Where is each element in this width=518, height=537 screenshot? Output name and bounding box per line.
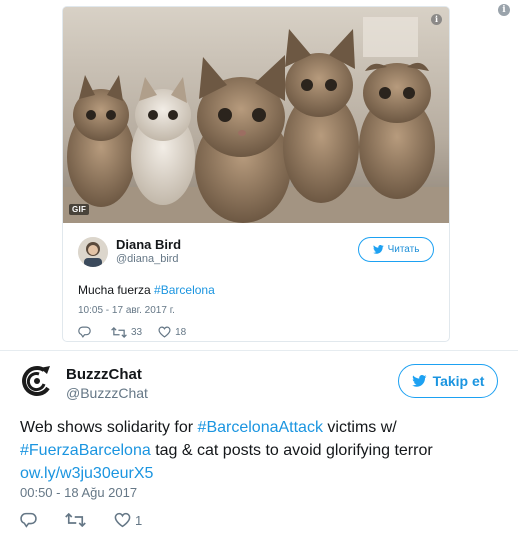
embedded-tweet-body: Diana Bird @diana_bird Читать Mucha fuer… (63, 223, 449, 338)
twitter-bird-icon (411, 375, 427, 387)
heart-icon (158, 326, 171, 338)
author-handle[interactable]: @BuzzzChat (66, 385, 148, 401)
follow-button[interactable]: Takip et (398, 364, 498, 398)
embedded-tweet[interactable]: GIF i Diana Bird @diana_bird Читать Much… (62, 6, 450, 342)
like-button[interactable]: 1 (114, 512, 142, 528)
cat-gif-media[interactable]: GIF i (63, 7, 449, 223)
tweet-text: Web shows solidarity for #BarcelonaAttac… (20, 416, 510, 485)
heart-icon (114, 512, 131, 528)
like-count: 18 (175, 326, 187, 338)
reply-icon (78, 326, 91, 338)
tweet-timestamp[interactable]: 00:50 - 18 Ağu 2017 (20, 485, 137, 500)
hashtag-link[interactable]: #Barcelona (154, 283, 215, 297)
follow-button-label: Takip et (432, 373, 485, 389)
info-icon[interactable]: i (498, 4, 510, 16)
tweet-text-prefix: Mucha fuerza (78, 283, 155, 297)
author-handle[interactable]: @diana_bird (116, 253, 181, 267)
divider (0, 350, 518, 351)
tweet-text-segment: victims w/ (322, 419, 397, 436)
embedded-timestamp[interactable]: 10:05 - 17 авг. 2017 г. (78, 305, 434, 316)
embedded-actions: 33 18 (78, 326, 434, 338)
url-link[interactable]: ow.ly/w3ju30eurX5 (20, 465, 153, 482)
avatar[interactable] (78, 237, 108, 267)
info-icon[interactable]: i (431, 14, 442, 25)
retweet-button[interactable]: 33 (111, 327, 142, 338)
like-button[interactable]: 18 (158, 326, 186, 338)
buzzzchat-logo[interactable] (20, 364, 54, 398)
reply-icon (20, 512, 37, 528)
reply-button[interactable] (78, 326, 95, 338)
hashtag-link[interactable]: #BarcelonaAttack (198, 419, 323, 436)
twitter-bird-icon (372, 245, 384, 254)
reply-button[interactable] (20, 512, 41, 528)
follow-button-label: Читать (387, 244, 420, 255)
retweet-button[interactable] (65, 513, 90, 527)
follow-button[interactable]: Читать (358, 237, 434, 262)
author-name[interactable]: BuzzzChat (66, 366, 142, 383)
hashtag-link[interactable]: #FuerzaBarcelona (20, 442, 151, 459)
retweet-icon (65, 513, 86, 527)
retweet-count: 33 (131, 326, 143, 338)
embedded-tweet-text: Mucha fuerza #Barcelona (78, 283, 434, 297)
tweet-text-segment: Web shows solidarity for (20, 419, 198, 436)
retweet-icon (111, 326, 127, 338)
kittens-image (63, 7, 449, 223)
tweet-text-segment: tag & cat posts to avoid glorifying terr… (150, 442, 433, 459)
like-count: 1 (135, 512, 143, 528)
gif-badge: GIF (69, 204, 90, 215)
tweet-actions: 1 (20, 512, 166, 528)
author-name[interactable]: Diana Bird (116, 237, 181, 253)
